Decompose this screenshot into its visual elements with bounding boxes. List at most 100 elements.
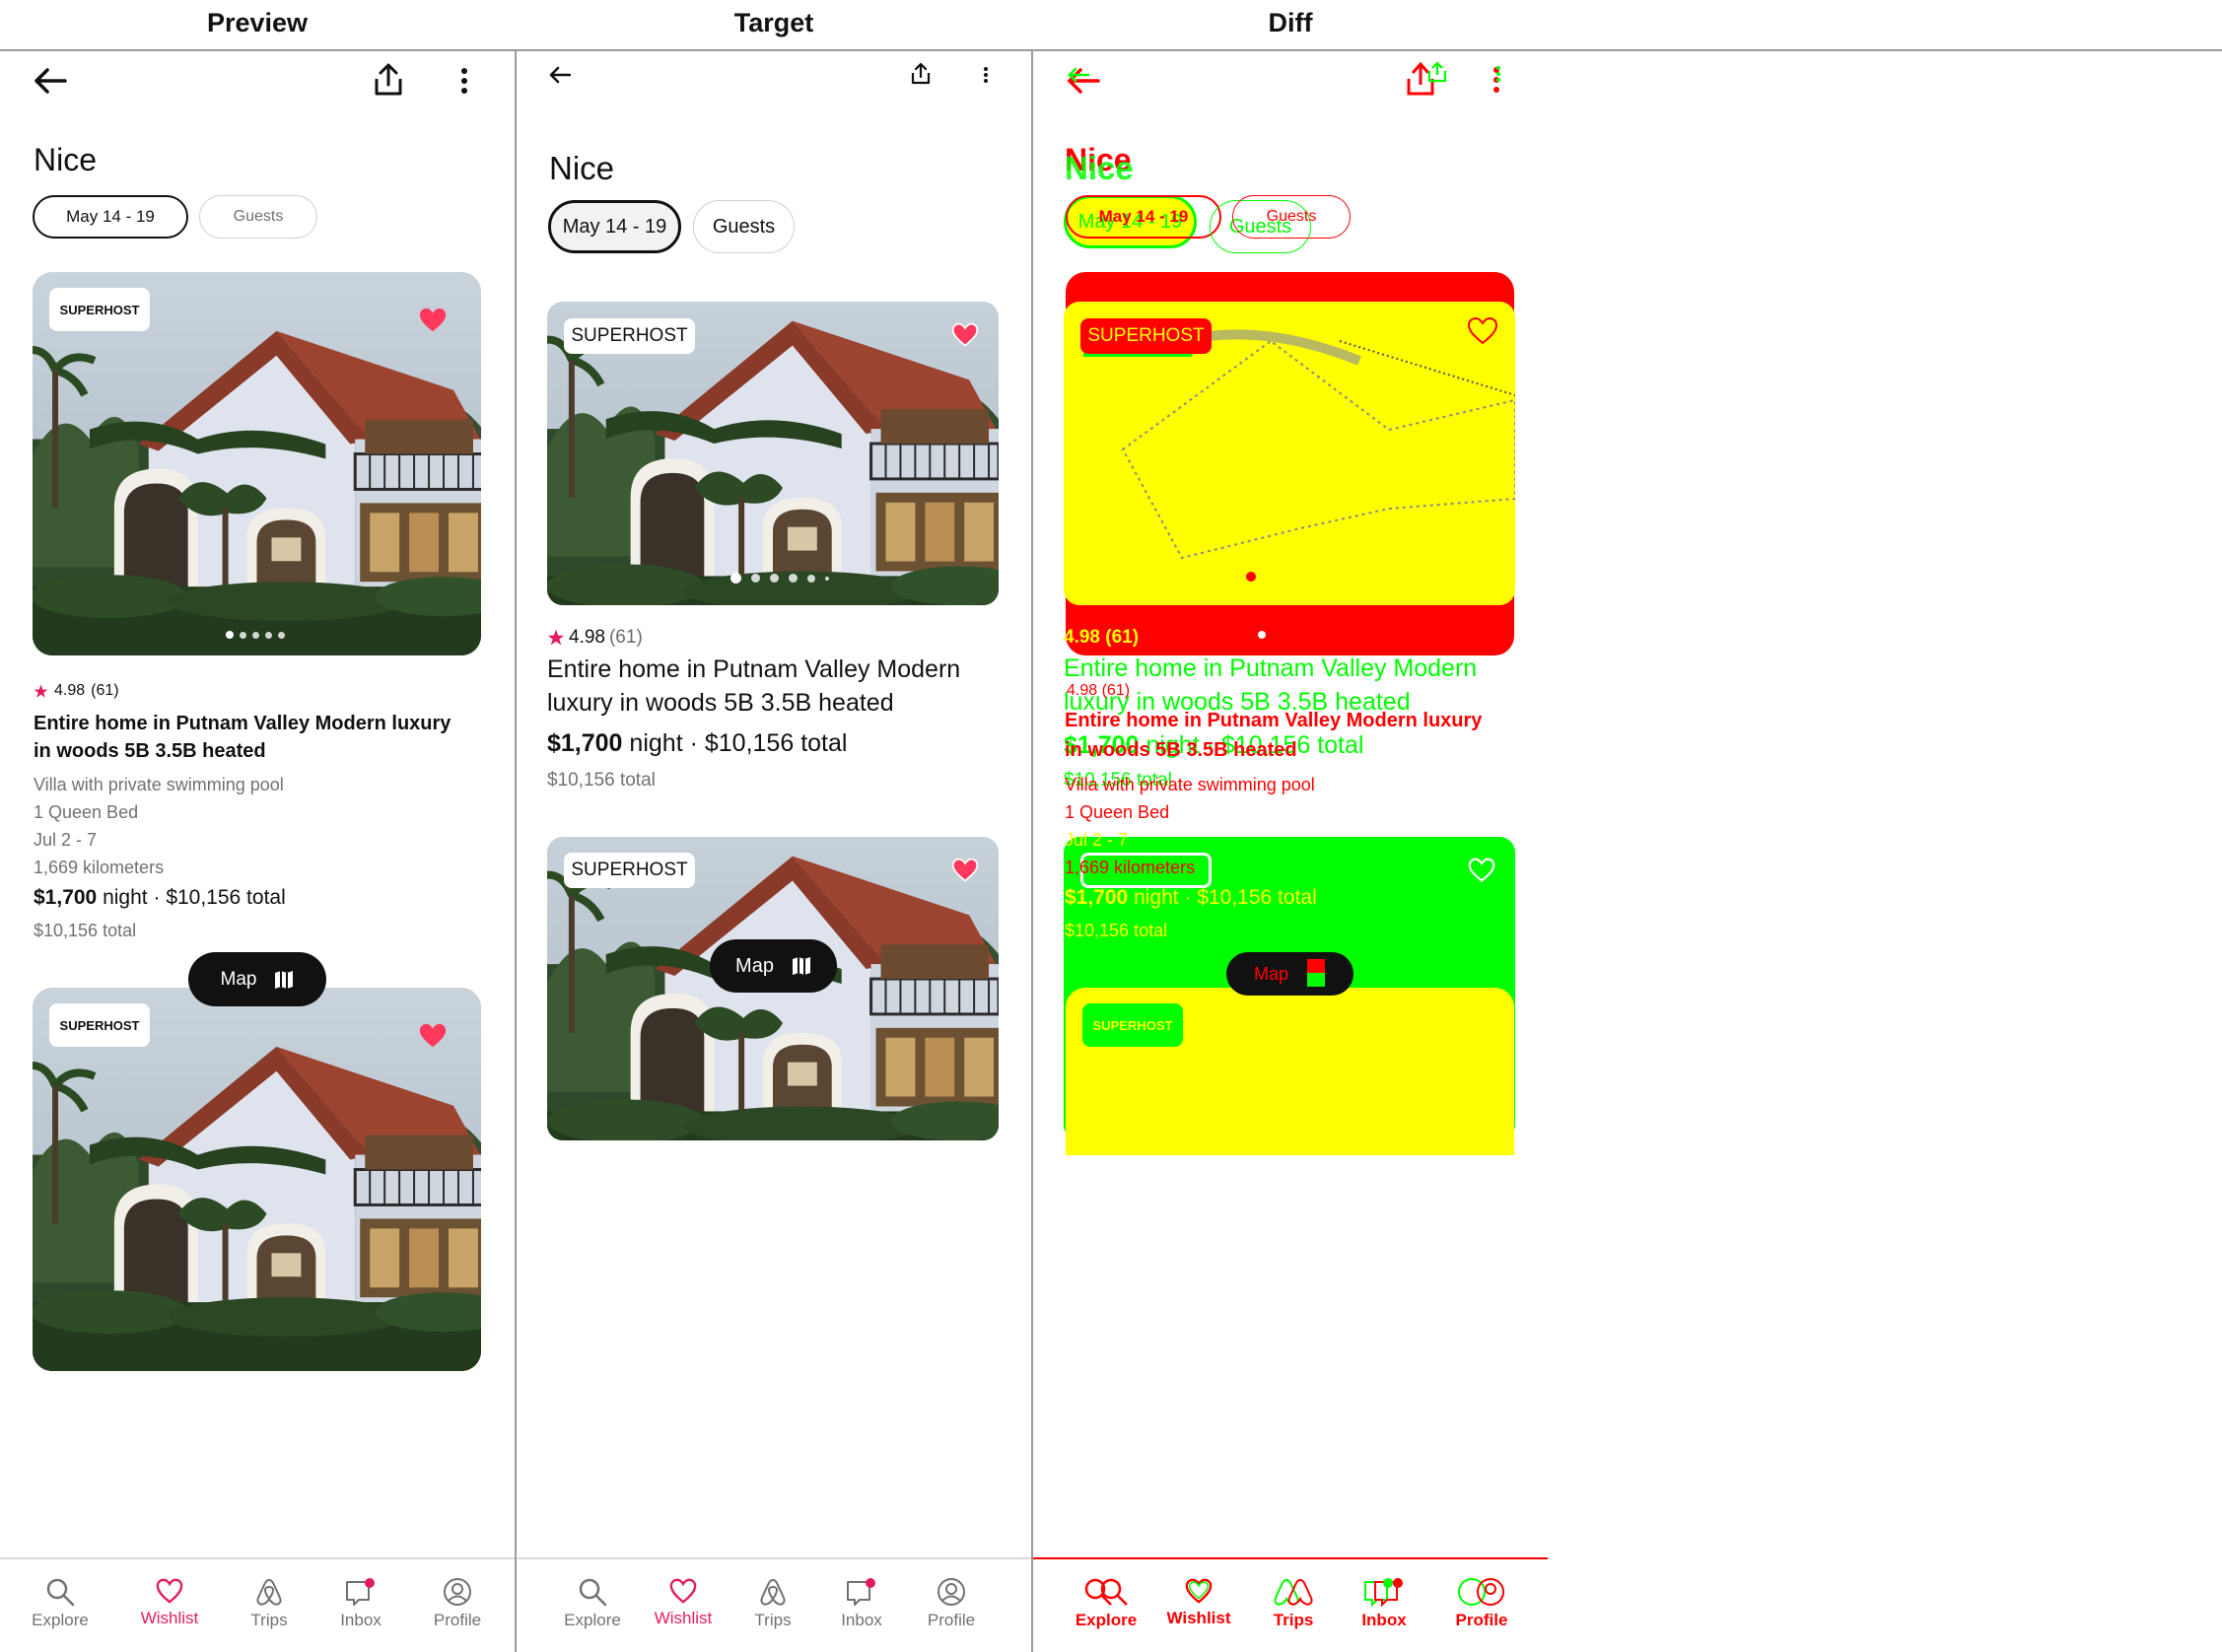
back-arrow-icon[interactable] — [34, 68, 67, 94]
rating-value: 4.98 — [54, 682, 86, 699]
map-icon — [275, 970, 294, 989]
price-total: $10,156 total — [704, 729, 848, 757]
tab-wishlist[interactable]: Wishlist — [130, 1559, 209, 1652]
more-options-icon[interactable] — [983, 66, 989, 84]
guests-pill[interactable]: Guests — [693, 200, 795, 253]
price-separator: · — [689, 729, 698, 757]
diff-rating-green: 4.98 (61) — [1064, 627, 1139, 649]
profile-icon — [937, 1578, 965, 1606]
diff-heart-2-icon — [1468, 858, 1495, 882]
map-button[interactable]: Map — [188, 952, 326, 1006]
superhost-badge: SUPERHOST — [564, 318, 695, 354]
diff-guests-red: Guests — [1266, 208, 1317, 225]
tab-trips-label: Trips — [250, 1611, 288, 1629]
diff-guests-outline-red: Guests — [1232, 195, 1351, 239]
photo-dots — [226, 631, 285, 639]
listing-beds: 1 Queen Bed — [34, 802, 139, 822]
tab-profile[interactable]: Profile — [418, 1559, 497, 1652]
secondary-total: $10,156 total — [547, 770, 656, 791]
diff-price-red-amount: $1,700 — [1065, 886, 1129, 909]
message-icon — [346, 1578, 375, 1606]
tab-profile-label: Profile — [927, 1611, 976, 1629]
price-amount: $1,700 — [547, 729, 623, 757]
tab-wishlist[interactable]: Wishlist — [644, 1559, 723, 1652]
diff-panel: Nice Nice May 14 - 19 May 14 - 19 Guests… — [1033, 51, 1548, 1652]
diff-tab-bar: Explore Wishlist Trips Inbox Profile — [1033, 1557, 1548, 1652]
target-column-header: Target — [733, 8, 814, 37]
tab-trips[interactable]: Trips — [733, 1559, 812, 1652]
diff-message-icon — [1364, 1578, 1403, 1608]
message-icon — [847, 1578, 875, 1606]
diff-reviews-text: (61) — [1105, 627, 1140, 648]
wishlist-heart-icon[interactable] — [951, 321, 979, 349]
diff-airbnb-logo-icon — [1274, 1578, 1313, 1606]
dates-pill[interactable]: May 14 - 19 — [548, 200, 681, 253]
wishlist-heart-icon[interactable] — [418, 306, 448, 335]
diff-tab-wishlist: Wishlist — [1159, 1559, 1238, 1652]
airbnb-logo-icon — [256, 1578, 282, 1606]
share-icon[interactable] — [911, 63, 931, 85]
rating-row: 4.98 (61) — [34, 682, 119, 700]
diff-price-red-unit: night — [1134, 886, 1179, 909]
superhost-badge-2: SUPERHOST — [49, 1003, 150, 1047]
diff-heart-tab-icon — [1185, 1578, 1213, 1604]
heart-icon — [669, 1578, 697, 1604]
tab-profile[interactable]: Profile — [912, 1559, 991, 1652]
guests-pill[interactable]: Guests — [199, 195, 317, 239]
map-label: Map — [220, 968, 257, 990]
more-options-icon[interactable] — [459, 67, 469, 95]
tab-inbox[interactable]: Inbox — [321, 1559, 400, 1652]
map-button[interactable]: Map — [710, 939, 837, 993]
diff-price-red-sep: · — [1184, 886, 1192, 909]
diff-more-icon — [1493, 66, 1500, 93]
city-title: Nice — [549, 150, 615, 186]
photo-dots — [730, 573, 829, 584]
review-count: (61) — [608, 627, 643, 648]
diff-profile-icon — [1458, 1578, 1504, 1606]
price-line: $1,700 night · $10,156 total — [34, 886, 286, 910]
wishlist-heart-icon-2[interactable] — [418, 1021, 448, 1051]
diff-city-green: Nice — [1065, 150, 1134, 186]
tab-trips[interactable]: Trips — [230, 1559, 309, 1652]
diff-tab-profile-label: Profile — [1455, 1611, 1508, 1629]
diff-dates-red: May 14 - 19 — [1098, 207, 1189, 226]
tab-explore[interactable]: Explore — [21, 1559, 100, 1652]
profile-icon — [444, 1578, 471, 1606]
rating-value: 4.98 — [569, 627, 605, 648]
wishlist-heart-icon-2[interactable] — [951, 857, 979, 884]
diff-column-header: Diff — [1268, 8, 1313, 37]
diff-rating-red-count: (61) — [1101, 682, 1131, 699]
diff-rating-red: 4.98 (61) — [1067, 682, 1130, 700]
share-icon[interactable] — [374, 63, 403, 97]
guests-label: Guests — [233, 208, 284, 225]
diff-tab-trips: Trips — [1254, 1559, 1333, 1652]
diff-tab-trips-label: Trips — [1273, 1611, 1314, 1629]
tab-profile-label: Profile — [433, 1611, 482, 1629]
price-unit: night — [629, 729, 683, 757]
diff-price-red: $1,700 night · $10,156 total — [1065, 886, 1317, 910]
diff-title-red-2: in woods 5B 3.5B heated — [1065, 739, 1297, 761]
bottom-tab-bar: Explore Wishlist Trips Inbox Profile — [0, 1557, 515, 1652]
dates-pill[interactable]: May 14 - 19 — [33, 195, 188, 239]
heart-icon — [156, 1578, 183, 1604]
diff-map-label: Map — [1253, 963, 1288, 984]
tab-explore[interactable]: Explore — [553, 1559, 632, 1652]
diff-map-icon — [1307, 959, 1325, 987]
city-title: Nice — [34, 142, 98, 177]
star-icon — [34, 684, 48, 698]
listing-title[interactable]: Entire home in Putnam Valley Modern luxu… — [34, 710, 487, 766]
secondary-total: $10,156 total — [34, 921, 137, 940]
diff-tab-inbox: Inbox — [1345, 1559, 1423, 1652]
tab-inbox[interactable]: Inbox — [822, 1559, 901, 1652]
tab-inbox-label: Inbox — [340, 1611, 382, 1629]
listing-title[interactable]: Entire home in Putnam Valley Modern luxu… — [547, 653, 1010, 720]
star-icon — [547, 629, 565, 646]
dates-label: May 14 - 19 — [562, 215, 667, 238]
diff-distance-red: 1,669 kilometers — [1065, 858, 1196, 877]
diff-search-icon — [1084, 1578, 1128, 1606]
map-label: Map — [735, 954, 774, 977]
diff-map-button: Map — [1226, 952, 1354, 996]
diff-subtitle-red: Villa with private swimming pool — [1065, 775, 1315, 794]
back-arrow-icon[interactable] — [549, 66, 571, 84]
map-icon — [792, 957, 810, 975]
